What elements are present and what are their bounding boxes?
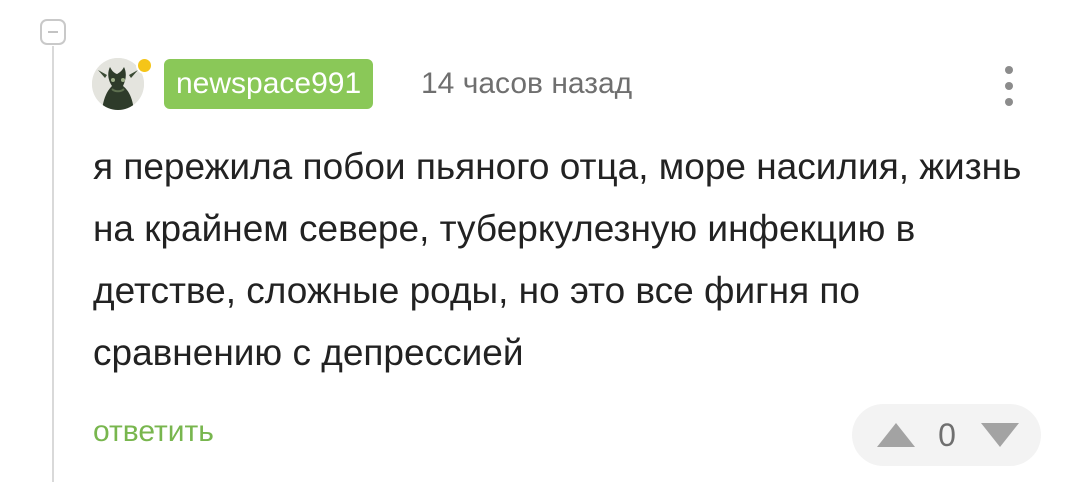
rating-control: 0 xyxy=(852,404,1041,466)
comment-timestamp[interactable]: 14 часов назад xyxy=(421,64,632,104)
upvote-triangle-icon[interactable] xyxy=(874,420,918,450)
rating-count: 0 xyxy=(938,417,956,453)
more-options-button[interactable] xyxy=(996,62,1024,110)
reply-button[interactable]: ответить xyxy=(93,412,214,452)
comment-container: newspace991 14 часов назад я пережила по… xyxy=(0,0,1080,482)
thread-line[interactable] xyxy=(52,46,54,482)
username-badge[interactable]: newspace991 xyxy=(164,59,374,109)
online-status-indicator xyxy=(136,57,153,74)
collapse-thread-button[interactable] xyxy=(40,19,66,45)
comment-body: я пережила побои пьяного отца, море наси… xyxy=(93,146,1022,373)
downvote-triangle-icon[interactable] xyxy=(978,420,1022,450)
